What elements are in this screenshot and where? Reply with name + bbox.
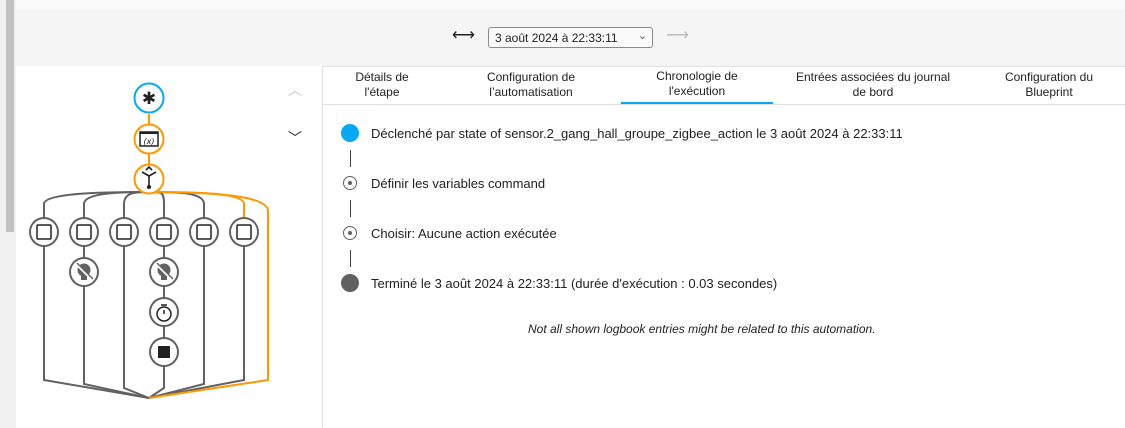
timeline-connector xyxy=(349,150,351,167)
timeline-trigger-text: Déclenché par state of sensor.2_gang_hal… xyxy=(371,125,903,141)
tab-blueprint-config[interactable]: Configuration du Blueprint xyxy=(973,66,1125,104)
chevron-up-icon[interactable]: ︿ xyxy=(288,80,302,100)
timeline-step-text: Définir les variables command xyxy=(371,175,546,191)
stop-icon xyxy=(149,337,179,367)
previous-run-icon[interactable]: ⟷ xyxy=(452,28,475,44)
tab-automation-config[interactable]: Configuration de l’automatisation xyxy=(441,66,621,104)
step-dot-icon xyxy=(343,176,357,190)
chevron-down-icon: ⌄ xyxy=(637,30,647,42)
trace-graph: ✱ (x) xyxy=(29,82,269,399)
logbook-notice: Not all shown logbook entries might be r… xyxy=(528,322,876,336)
run-select-value: 3 août 2024 à 22:33:11 xyxy=(495,30,618,45)
asterisk-icon: ✱ xyxy=(142,89,156,109)
scrollbar[interactable] xyxy=(0,0,16,428)
trace-tabs: Détails de l'étape Configuration de l’au… xyxy=(323,66,1125,105)
step-dot-icon xyxy=(343,226,357,240)
timer-icon xyxy=(149,297,179,327)
svg-text:(x): (x) xyxy=(144,137,155,146)
scrollbar-thumb[interactable] xyxy=(6,0,14,232)
trigger-dot-icon xyxy=(341,124,359,142)
run-select[interactable]: 3 août 2024 à 22:33:11 ⌄ xyxy=(488,27,653,48)
tab-trace-timeline[interactable]: Chronologie de l'exécution xyxy=(621,66,773,104)
end-dot-icon xyxy=(341,274,359,292)
timeline-connector xyxy=(349,250,351,267)
timeline-connector xyxy=(349,200,351,217)
tab-related-logbook[interactable]: Entrées associées du journal de bord xyxy=(773,66,973,104)
chevron-down-icon[interactable]: ﹀ xyxy=(288,128,302,148)
trace-graph-panel: ✱ (x) xyxy=(16,66,323,428)
tab-step-details[interactable]: Détails de l'étape xyxy=(323,66,441,104)
next-run-icon: ⟶ xyxy=(666,27,689,44)
timeline-step-text: Choisir: Aucune action exécutée xyxy=(371,225,557,241)
timeline-end-text: Terminé le 3 août 2024 à 22:33:11 (durée… xyxy=(371,275,778,291)
option-nodes xyxy=(29,217,259,247)
